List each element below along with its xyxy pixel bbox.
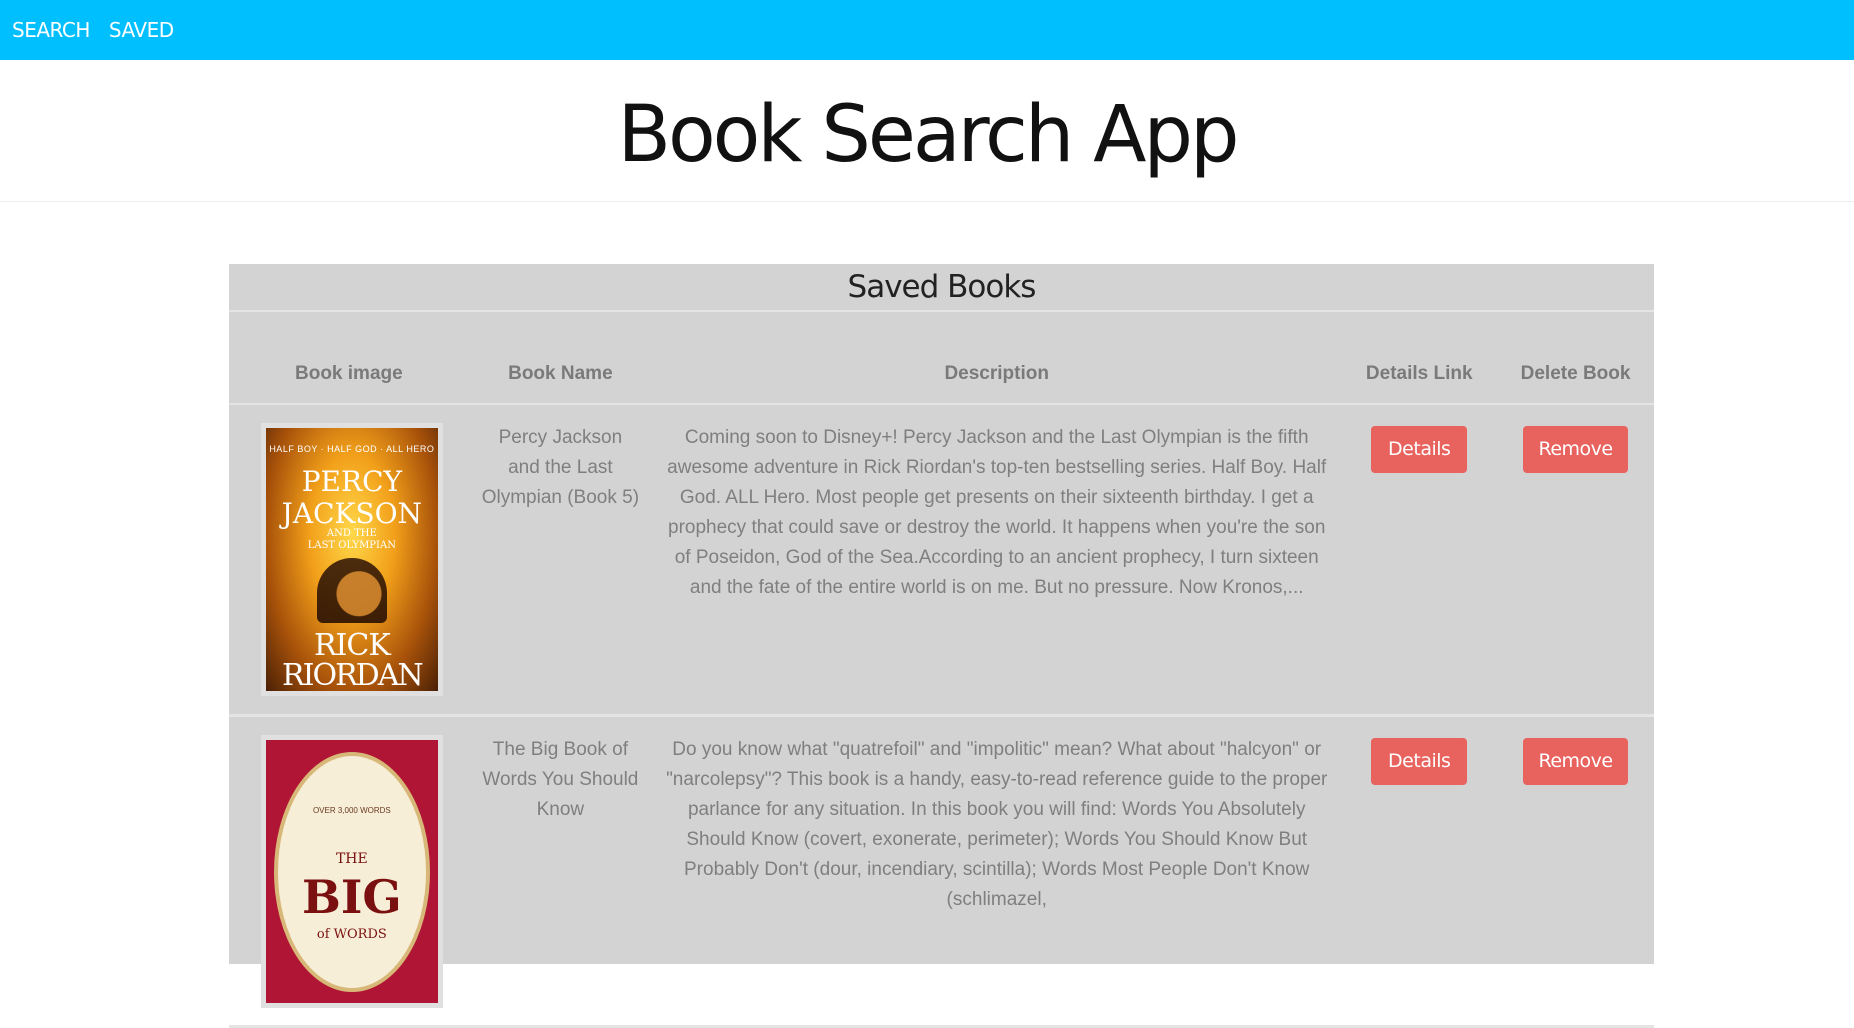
nav-saved-link[interactable]: SAVED	[109, 18, 174, 42]
cover-small-text: OVER 3,000 WORDS	[312, 805, 391, 815]
details-button[interactable]: Details	[1371, 737, 1468, 785]
saved-books-table: Book image Book Name Description Details…	[229, 312, 1654, 1028]
cover-oval-emblem: OVER 3,000 WORDS THE BIG of WORDS	[273, 751, 430, 992]
book-cover-frame: OVER 3,000 WORDS THE BIG of WORDS	[260, 734, 443, 1008]
delete-book-cell: Remove	[1497, 715, 1654, 1028]
remove-button[interactable]: Remove	[1523, 737, 1629, 785]
top-navbar: SEARCH SAVED	[0, 0, 1854, 60]
saved-books-title: Saved Books	[847, 269, 1037, 305]
table-header-row: Book image Book Name Description Details…	[229, 312, 1654, 405]
cover-words-text: of WORDS	[316, 926, 387, 942]
book-image-cell: HALF BOY · HALF GOD · ALL HERO PERCY JAC…	[229, 404, 469, 717]
cover-hero-figure	[316, 558, 387, 623]
book-cover-image: OVER 3,000 WORDS THE BIG of WORDS	[265, 739, 438, 1003]
table-row: OVER 3,000 WORDS THE BIG of WORDS The Bi…	[229, 715, 1654, 1028]
book-image-cell: OVER 3,000 WORDS THE BIG of WORDS	[229, 715, 469, 1028]
column-header-details-link: Details Link	[1341, 312, 1498, 405]
column-header-book-image: Book image	[229, 312, 469, 405]
book-description: Do you know what "quatrefoil" and "impol…	[652, 715, 1342, 1028]
book-cover-frame: HALF BOY · HALF GOD · ALL HERO PERCY JAC…	[260, 423, 443, 696]
page-title: Book Search App	[617, 89, 1239, 180]
cover-title-line: PERCY	[301, 465, 402, 498]
cover-big-text: BIG	[302, 869, 402, 924]
cover-title-line: LAST OLYMPIAN	[307, 540, 396, 551]
book-name: Percy Jackson and the Last Olympian (Boo…	[468, 404, 653, 717]
saved-books-title-bar: Saved Books	[229, 264, 1654, 312]
table-row: HALF BOY · HALF GOD · ALL HERO PERCY JAC…	[229, 404, 1654, 717]
saved-books-panel: Saved Books Book image Book Name Descrip…	[229, 264, 1654, 1028]
column-header-description: Description	[652, 312, 1342, 405]
column-header-book-name: Book Name	[468, 312, 653, 405]
cover-tagline: HALF BOY · HALF GOD · ALL HERO	[269, 444, 435, 454]
remove-button[interactable]: Remove	[1523, 426, 1629, 473]
cover-title-line: JACKSON	[281, 497, 423, 530]
book-name: The Big Book of Words You Should Know	[468, 715, 653, 1028]
details-link-cell: Details	[1341, 715, 1498, 1028]
cover-author-line: RIORDAN	[282, 658, 424, 691]
details-link-cell: Details	[1341, 404, 1498, 717]
cover-author-line: RICK	[313, 628, 391, 663]
cover-title-line: AND THE	[326, 528, 377, 539]
book-cover-image: HALF BOY · HALF GOD · ALL HERO PERCY JAC…	[265, 428, 438, 691]
column-header-delete-book: Delete Book	[1497, 312, 1654, 405]
book-description: Coming soon to Disney+! Percy Jackson an…	[652, 404, 1342, 717]
delete-book-cell: Remove	[1497, 404, 1654, 717]
details-button[interactable]: Details	[1371, 426, 1468, 473]
nav-search-link[interactable]: SEARCH	[12, 18, 90, 42]
page-header: Book Search App	[0, 60, 1854, 202]
cover-the-text: THE	[335, 850, 368, 867]
